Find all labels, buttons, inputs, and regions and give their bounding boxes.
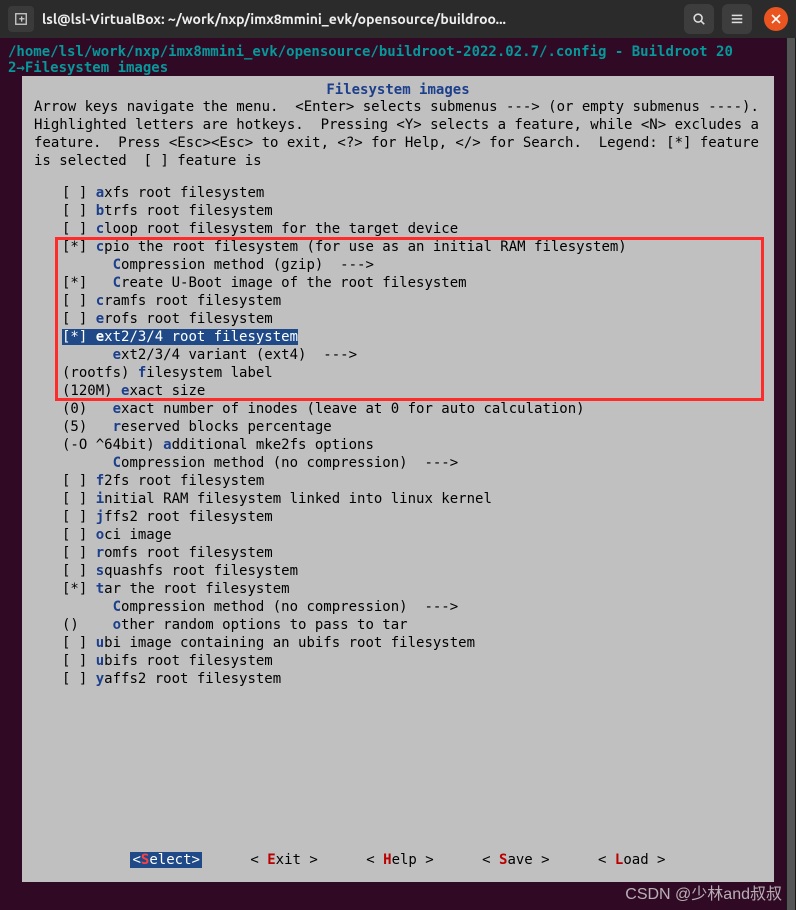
option-row[interactable]: [ ] initial RAM filesystem linked into l… [62, 490, 774, 508]
option-row[interactable]: [ ] jffs2 root filesystem [62, 508, 774, 526]
option-row[interactable]: [ ] ubifs root filesystem [62, 652, 774, 670]
help-button[interactable]: < Help > [366, 852, 433, 868]
scrollbar-thumb[interactable] [787, 38, 795, 910]
option-row[interactable]: [*] Create U-Boot image of the root file… [62, 274, 774, 292]
option-row[interactable]: [ ] romfs root filesystem [62, 544, 774, 562]
breadcrumb: 2→Filesystem images [0, 60, 796, 76]
option-row[interactable]: Compression method (gzip) ---> [62, 256, 774, 274]
option-row[interactable]: [ ] squashfs root filesystem [62, 562, 774, 580]
option-row[interactable]: [ ] ubi image containing an ubifs root f… [62, 634, 774, 652]
option-row[interactable]: (-O ^64bit) additional mke2fs options [62, 436, 774, 454]
menu-title: Filesystem images [22, 82, 774, 98]
select-button[interactable]: <Select> [130, 852, 201, 868]
option-row[interactable]: [ ] yaffs2 root filesystem [62, 670, 774, 688]
scrollbar[interactable] [786, 38, 796, 910]
option-row[interactable]: [ ] oci image [62, 526, 774, 544]
option-row[interactable]: (rootfs) filesystem label [62, 364, 774, 382]
option-row[interactable]: [ ] cloop root filesystem for the target… [62, 220, 774, 238]
watermark: CSDN @少林and叔叔 [625, 880, 782, 904]
option-row[interactable]: [*] ext2/3/4 root filesystem [62, 328, 774, 346]
option-row[interactable]: () other random options to pass to tar [62, 616, 774, 634]
menuconfig-window: Filesystem images Arrow keys navigate th… [22, 76, 774, 882]
close-button[interactable] [764, 7, 788, 31]
option-row[interactable]: (5) reserved blocks percentage [62, 418, 774, 436]
option-row[interactable]: [*] cpio the root filesystem (for use as… [62, 238, 774, 256]
terminal-area: /home/lsl/work/nxp/imx8mmini_evk/opensou… [0, 38, 796, 910]
option-row[interactable]: [ ] btrfs root filesystem [62, 202, 774, 220]
option-row[interactable]: (120M) exact size [62, 382, 774, 400]
option-row[interactable]: [*] tar the root filesystem [62, 580, 774, 598]
option-row[interactable]: [ ] erofs root filesystem [62, 310, 774, 328]
load-button[interactable]: < Load > [598, 852, 665, 868]
option-row[interactable]: [ ] axfs root filesystem [62, 184, 774, 202]
menu-button[interactable] [722, 4, 752, 34]
option-row[interactable]: Compression method (no compression) ---> [62, 598, 774, 616]
option-list[interactable]: [ ] axfs root filesystem[ ] btrfs root f… [22, 184, 774, 688]
option-row[interactable]: [ ] cramfs root filesystem [62, 292, 774, 310]
new-tab-icon[interactable] [8, 6, 34, 32]
window-title: lsl@lsl-VirtualBox: ~/work/nxp/imx8mmini… [42, 11, 676, 27]
titlebar: lsl@lsl-VirtualBox: ~/work/nxp/imx8mmini… [0, 0, 796, 38]
exit-button[interactable]: < Exit > [250, 852, 317, 868]
bottom-buttons: <Select> < Exit > < Help > < Save > < Lo… [22, 852, 774, 868]
help-text: Arrow keys navigate the menu. <Enter> se… [22, 98, 774, 170]
option-row[interactable]: Compression method (no compression) ---> [62, 454, 774, 472]
option-row[interactable]: (0) exact number of inodes (leave at 0 f… [62, 400, 774, 418]
option-row[interactable]: ext2/3/4 variant (ext4) ---> [62, 346, 774, 364]
config-path: /home/lsl/work/nxp/imx8mmini_evk/opensou… [0, 44, 796, 60]
option-row[interactable]: [ ] f2fs root filesystem [62, 472, 774, 490]
search-button[interactable] [684, 4, 714, 34]
save-button[interactable]: < Save > [482, 852, 549, 868]
